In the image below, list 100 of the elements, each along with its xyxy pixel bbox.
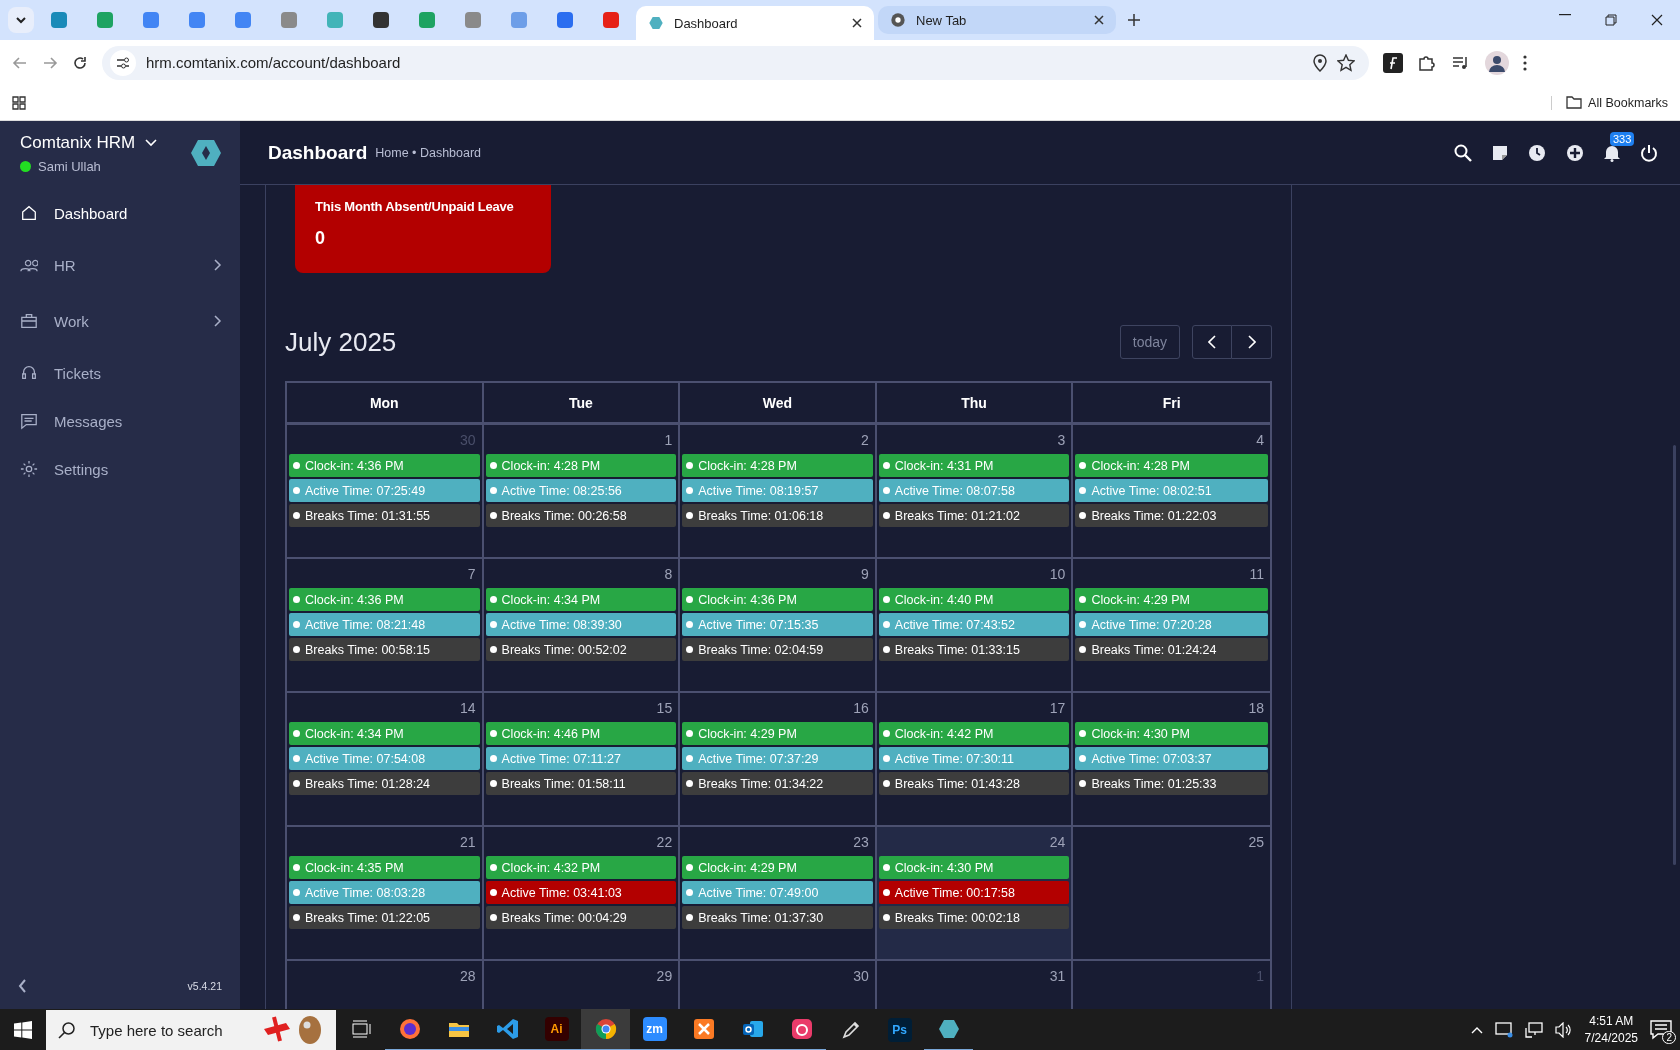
day-number: 8 <box>663 565 674 584</box>
fox-icon <box>399 1019 420 1039</box>
calendar-event[interactable]: Active Time: 03:41:03 <box>485 881 677 904</box>
next-button[interactable] <box>1232 325 1272 359</box>
site-settings-icon[interactable] <box>116 55 130 70</box>
sidebar-item[interactable]: Dashboard <box>0 189 240 237</box>
day-cell[interactable]: 9 Clock-in: 4:36 PM Active Time: 07:15:35 Breaks Time: 02:04:59 <box>680 559 877 693</box>
day-cell[interactable]: 24 Clock-in: 4:30 PM Active Time: 00:17:58 Breaks Time: 00:02:18 <box>876 827 1074 961</box>
bookmarks-link[interactable]: All Bookmarks <box>1588 95 1668 110</box>
plus-icon[interactable] <box>1128 14 1140 26</box>
taskbar-search-bar[interactable]: Type here to search <box>46 1010 336 1050</box>
clock-icon[interactable] <box>1528 143 1546 162</box>
reload-icon[interactable] <box>72 54 88 71</box>
day-cell[interactable]: 11 Clock-in: 4:29 PM Active Time: 07:20:28 Breaks Time: 01:24:24 <box>1073 559 1270 693</box>
back-icon[interactable] <box>12 54 28 71</box>
chevron-down-icon[interactable] <box>145 138 158 147</box>
day-cell[interactable]: 21 Clock-in: 4:35 PM Active Time: 08:03:28 Breaks Time: 01:22:05 <box>287 827 484 961</box>
calendar-event[interactable]: Breaks Time: 01:25:33 <box>1075 772 1268 795</box>
tab-icon <box>327 12 343 28</box>
search-icon[interactable] <box>1454 143 1472 162</box>
day-cell[interactable]: 15 Clock-in: 4:46 PM Active Time: 07:11:27 Breaks Time: 01:58:11 <box>483 693 681 827</box>
day-cell[interactable]: 1 Clock-in: 4:28 PM Active Time: 08:25:56 Breaks Time: 00:26:58 <box>483 425 681 559</box>
calendar-event[interactable]: Breaks Time: 01:33:15 <box>878 638 1070 661</box>
location-pin-icon[interactable] <box>1313 53 1327 72</box>
power-icon[interactable] <box>1640 143 1658 162</box>
scrollbar[interactable] <box>1673 445 1676 865</box>
day-cell[interactable]: 18 Clock-in: 4:30 PM Active Time: 07:03:37 Breaks Time: 01:25:33 <box>1073 693 1270 827</box>
version-label: v5.4.21 <box>187 980 222 992</box>
browser-tab[interactable]: New Tab <box>878 6 1116 34</box>
calendar-event[interactable]: Breaks Time: 00:58:15 <box>289 638 480 661</box>
calendar-event[interactable]: Breaks Time: 01:28:24 <box>289 772 480 795</box>
apps-grid-icon[interactable] <box>12 95 26 110</box>
calendar-event[interactable]: Breaks Time: 00:26:58 <box>485 504 677 527</box>
day-cell[interactable]: 16 Clock-in: 4:29 PM Active Time: 07:37:29 Breaks Time: 01:34:22 <box>680 693 877 827</box>
close-icon[interactable] <box>1651 14 1663 26</box>
calendar-event[interactable]: Breaks Time: 01:22:05 <box>289 906 480 929</box>
day-cell[interactable]: 22 Clock-in: 4:32 PM Active Time: 03:41:03 Breaks Time: 00:04:29 <box>483 827 681 961</box>
clock-time[interactable]: 4:51 AM <box>1589 1013 1634 1030</box>
day-cell[interactable]: 3 Clock-in: 4:31 PM Active Time: 08:07:58 Breaks Time: 01:21:02 <box>876 425 1074 559</box>
day-cell[interactable]: 10 Clock-in: 4:40 PM Active Time: 07:43:52 Breaks Time: 01:33:15 <box>876 559 1074 693</box>
add-icon[interactable] <box>1566 143 1584 162</box>
calendar-event[interactable]: Breaks Time: 01:21:02 <box>878 504 1070 527</box>
calendar-event[interactable]: Breaks Time: 01:43:28 <box>878 772 1070 795</box>
day-cell[interactable]: 8 Clock-in: 4:34 PM Active Time: 08:39:30 Breaks Time: 00:52:02 <box>483 559 681 693</box>
note-icon[interactable] <box>1492 144 1508 161</box>
close-icon[interactable] <box>1094 15 1104 25</box>
collapse-icon[interactable] <box>18 979 27 993</box>
forward-icon[interactable] <box>42 54 58 71</box>
previous-button[interactable] <box>1192 325 1232 359</box>
chevron-right-icon <box>1247 335 1256 349</box>
taskbar-search-field[interactable]: Type here to search <box>88 1020 250 1040</box>
windows-icon[interactable] <box>14 1021 32 1039</box>
calendar-event[interactable]: Breaks Time: 00:02:18 <box>878 906 1070 929</box>
calendar-event[interactable]: Breaks Time: 02:04:59 <box>682 638 873 661</box>
extension-icon[interactable] <box>1383 52 1403 73</box>
sidebar-item[interactable]: Work <box>0 293 240 349</box>
menu-icon[interactable] <box>1523 54 1527 71</box>
day-cell[interactable]: 4 Clock-in: 4:28 PM Active Time: 08:02:51 Breaks Time: 01:22:03 <box>1073 425 1270 559</box>
sidebar-item[interactable]: Tickets <box>0 349 240 397</box>
address-bar[interactable]: hrm.comtanix.com/account/dashboard <box>102 45 1369 80</box>
taskbar-app[interactable]: Ps <box>875 1009 924 1050</box>
avatar-icon[interactable] <box>1485 50 1509 75</box>
sidebar-item[interactable]: Settings <box>0 445 240 493</box>
calendar-event[interactable]: Breaks Time: 01:31:55 <box>289 504 480 527</box>
weekday-header: Wed <box>680 383 877 425</box>
chevron-up-icon[interactable] <box>1470 1026 1483 1034</box>
bell-icon[interactable] <box>1604 143 1620 162</box>
star-icon[interactable] <box>1337 53 1355 72</box>
sidebar-item[interactable]: Messages <box>0 397 240 445</box>
calendar-event[interactable]: Breaks Time: 00:04:29 <box>485 906 677 929</box>
calendar-event[interactable]: Active Time: 00:17:58 <box>878 881 1070 904</box>
minimize-icon[interactable] <box>1559 14 1571 16</box>
day-cell[interactable]: 25 <box>1073 827 1270 961</box>
notification-icon[interactable] <box>1650 1020 1672 1040</box>
calendar-event[interactable]: Breaks Time: 01:24:24 <box>1075 638 1268 661</box>
calendar-event[interactable]: Breaks Time: 01:37:30 <box>682 906 873 929</box>
calendar-event[interactable]: Breaks Time: 01:22:03 <box>1075 504 1268 527</box>
taskbar-app[interactable] <box>581 1009 630 1050</box>
day-number: 3 <box>1056 431 1067 450</box>
close-icon[interactable] <box>852 18 862 28</box>
calendar-event[interactable]: Breaks Time: 01:58:11 <box>485 772 677 795</box>
remote-display-icon[interactable] <box>1494 1022 1513 1038</box>
browser-tab[interactable]: Dashboard <box>636 6 874 40</box>
calendar-event[interactable]: Breaks Time: 01:34:22 <box>682 772 873 795</box>
volume-icon[interactable] <box>1554 1022 1573 1038</box>
day-cell[interactable]: 23 Clock-in: 4:29 PM Active Time: 07:49:00 Breaks Time: 01:37:30 <box>680 827 877 961</box>
day-cell[interactable]: 7 Clock-in: 4:36 PM Active Time: 08:21:48 Breaks Time: 00:58:15 <box>287 559 484 693</box>
tab-search-button[interactable] <box>8 7 34 33</box>
day-cell[interactable]: 17 Clock-in: 4:42 PM Active Time: 07:30:11 Breaks Time: 01:43:28 <box>876 693 1074 827</box>
day-cell[interactable]: 14 Clock-in: 4:34 PM Active Time: 07:54:08 Breaks Time: 01:28:24 <box>287 693 484 827</box>
chevron-down-icon <box>15 14 27 26</box>
calendar-event[interactable]: Breaks Time: 01:06:18 <box>682 504 873 527</box>
brand-name[interactable]: Comtanix HRM <box>20 132 136 153</box>
day-cell[interactable]: 2 Clock-in: 4:28 PM Active Time: 08:19:57 Breaks Time: 01:06:18 <box>680 425 877 559</box>
network-icon[interactable] <box>1524 1022 1543 1038</box>
restore-icon[interactable] <box>1605 14 1617 26</box>
clock-date[interactable]: 7/24/2025 <box>1584 1030 1638 1047</box>
headset-icon <box>20 364 38 382</box>
sidebar-item[interactable]: HR <box>0 237 240 293</box>
calendar-event[interactable]: Breaks Time: 00:52:02 <box>485 638 677 661</box>
